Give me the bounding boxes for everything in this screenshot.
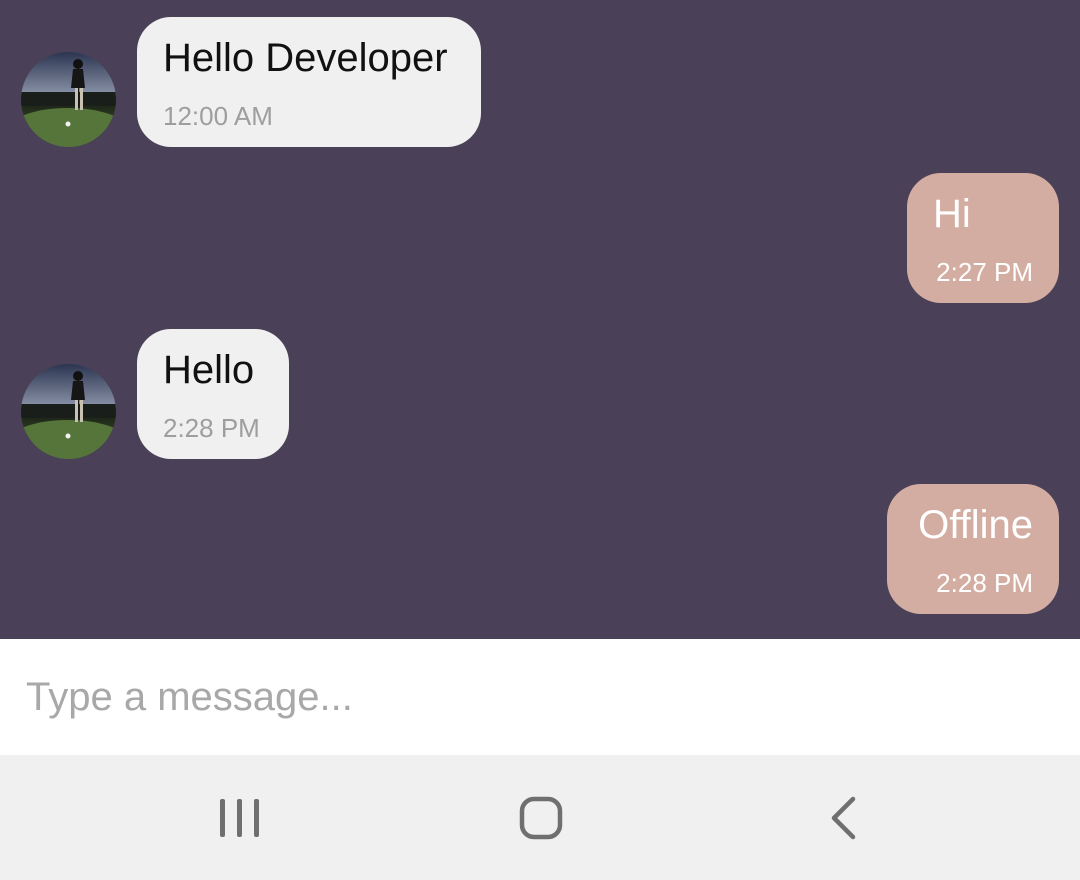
- message-timestamp: 12:00 AM: [163, 101, 273, 131]
- recent-apps-icon: [220, 799, 259, 837]
- message-input[interactable]: [26, 667, 1046, 727]
- message-bubble-outgoing[interactable]: Hi 2:27 PM: [907, 173, 1059, 303]
- recent-apps-button[interactable]: [209, 795, 269, 841]
- message-timestamp: 2:27 PM: [936, 257, 1033, 287]
- message-timestamp: 2:28 PM: [163, 413, 260, 443]
- chat-screen: Hello Developer 12:00 AM Hi 2:27 PM Hell…: [0, 0, 1080, 880]
- message-bubble-incoming[interactable]: Hello 2:28 PM: [137, 329, 289, 459]
- sender-avatar[interactable]: [21, 364, 116, 459]
- home-icon: [519, 796, 563, 840]
- sender-avatar[interactable]: [21, 52, 116, 147]
- back-button[interactable]: [815, 795, 875, 841]
- message-text: Hello Developer: [163, 36, 448, 80]
- message-text: Hello: [163, 348, 255, 392]
- system-navigation-bar: [0, 755, 1080, 880]
- message-bubble-outgoing[interactable]: Offline 2:28 PM: [887, 484, 1059, 614]
- message-timestamp: 2:28 PM: [936, 568, 1033, 598]
- message-text: Hi: [933, 192, 971, 236]
- home-button[interactable]: [510, 795, 570, 841]
- message-list[interactable]: Hello Developer 12:00 AM Hi 2:27 PM Hell…: [0, 0, 1080, 639]
- message-bubble-incoming[interactable]: Hello Developer 12:00 AM: [137, 17, 481, 147]
- message-text: Offline: [918, 503, 1033, 547]
- message-composer: [0, 639, 1080, 755]
- back-icon: [831, 796, 856, 840]
